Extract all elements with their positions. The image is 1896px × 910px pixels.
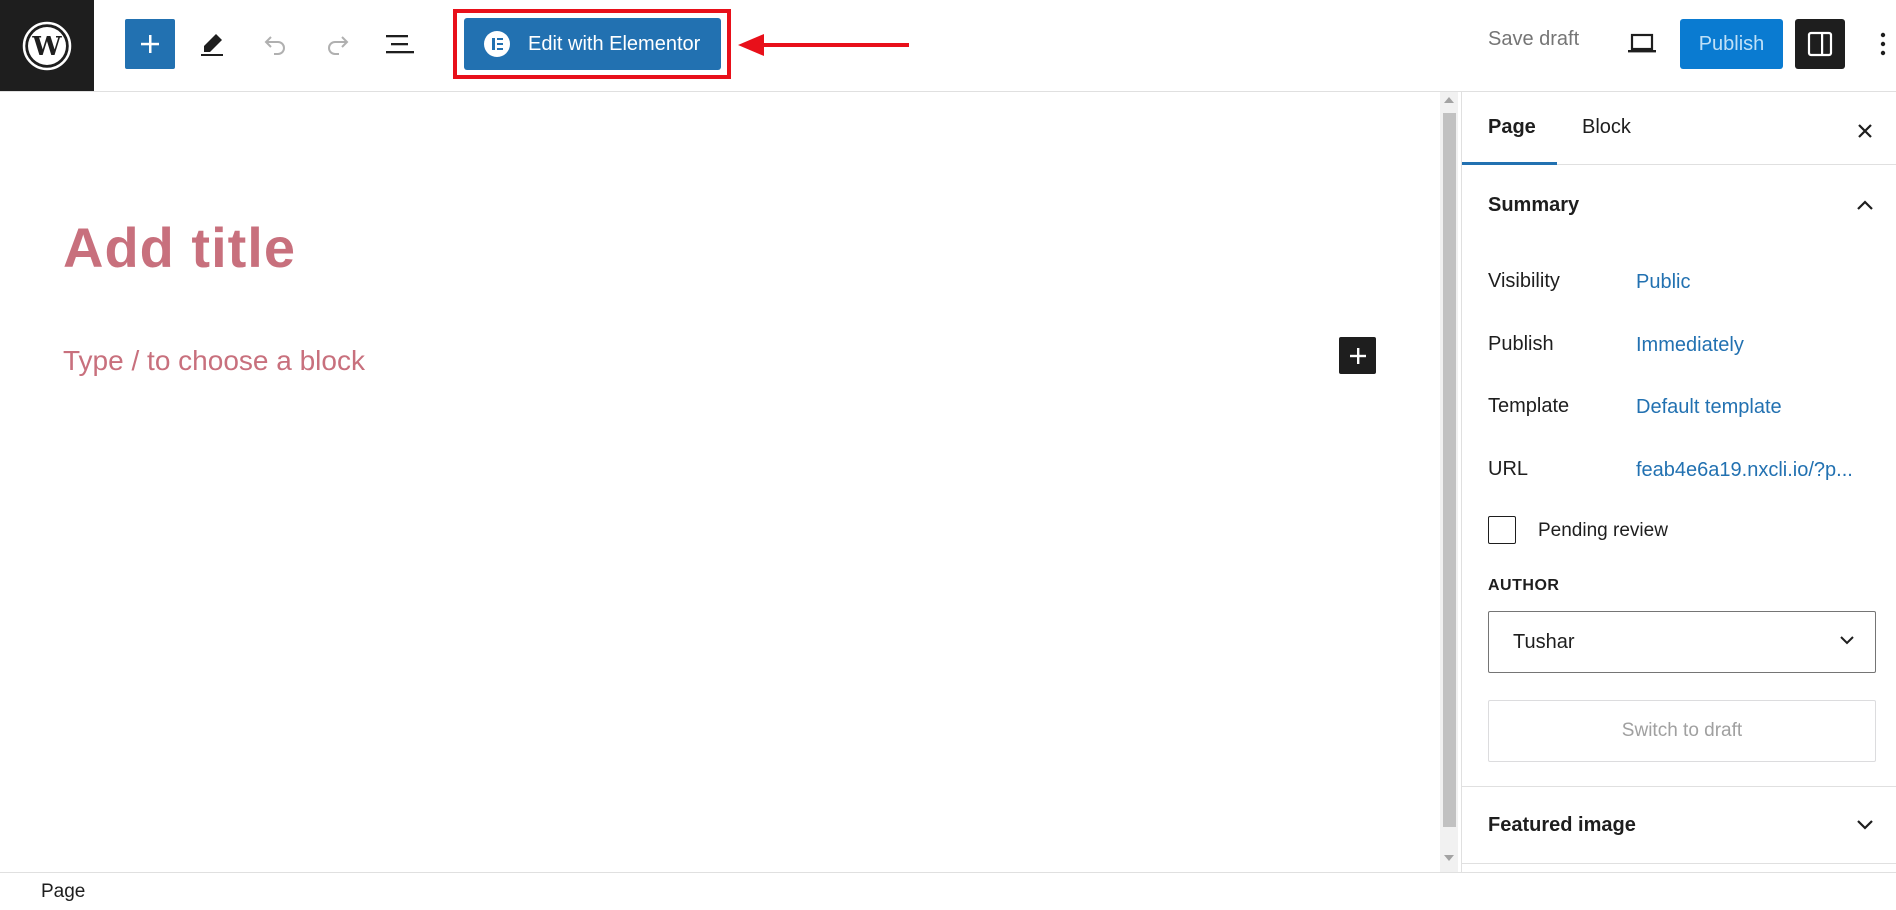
settings-sidebar: Page Block Summary Visibility Public Pub… — [1461, 92, 1896, 872]
pending-review-checkbox[interactable] — [1488, 516, 1516, 544]
wordpress-logo-icon[interactable]: W — [0, 0, 94, 91]
edit-with-elementor-label: Edit with Elementor — [528, 32, 701, 55]
preview-button[interactable] — [1616, 22, 1668, 66]
save-draft-button[interactable]: Save draft — [1488, 28, 1579, 51]
chevron-down-icon — [1857, 820, 1873, 830]
laptop-icon — [1628, 33, 1656, 53]
undo-button[interactable] — [250, 19, 300, 69]
options-button[interactable] — [1870, 22, 1896, 66]
close-icon — [1858, 124, 1872, 138]
document-overview-button[interactable] — [375, 19, 425, 69]
visibility-value-button[interactable]: Public — [1636, 271, 1690, 294]
publish-button[interactable]: Publish — [1680, 19, 1783, 69]
panel-divider — [1462, 786, 1896, 787]
editor-canvas: Add title Type / to choose a block — [0, 92, 1440, 872]
scroll-up-icon[interactable] — [1444, 97, 1454, 103]
url-value-button[interactable]: feab4e6a19.nxcli.io/?p... — [1636, 459, 1853, 482]
edit-with-elementor-button[interactable]: Edit with Elementor — [464, 18, 721, 70]
scrollbar-thumb[interactable] — [1443, 113, 1456, 827]
panel-divider — [1462, 863, 1896, 864]
more-vertical-icon — [1880, 32, 1886, 56]
pencil-icon — [201, 34, 223, 56]
plus-icon — [141, 35, 159, 53]
visibility-label: Visibility — [1488, 270, 1560, 292]
author-select[interactable]: Tushar — [1488, 611, 1876, 673]
active-tab-indicator — [1462, 162, 1557, 165]
pending-review-label[interactable]: Pending review — [1538, 520, 1668, 542]
post-title-input[interactable]: Add title — [63, 215, 296, 280]
redo-icon — [328, 36, 349, 55]
editor-header: W Edit with Elementor Save draft Publish — [0, 0, 1896, 92]
author-heading: AUTHOR — [1488, 577, 1560, 594]
elementor-icon — [484, 31, 510, 57]
editor-footer: Page — [0, 872, 1896, 910]
settings-button[interactable] — [1795, 19, 1845, 69]
summary-toggle-button[interactable] — [1850, 190, 1880, 220]
sidebar-toggle-icon — [1807, 31, 1833, 57]
url-label: URL — [1488, 458, 1529, 480]
plus-icon — [1349, 347, 1366, 364]
close-sidebar-button[interactable] — [1850, 116, 1880, 146]
switch-to-draft-button[interactable]: Switch to draft — [1488, 700, 1876, 762]
template-value-button[interactable]: Default template — [1636, 396, 1782, 419]
svg-text:W: W — [31, 32, 62, 62]
scroll-down-icon[interactable] — [1444, 855, 1454, 861]
tab-page[interactable]: Page — [1488, 116, 1536, 139]
summary-panel-title[interactable]: Summary — [1488, 194, 1579, 217]
red-arrow-icon — [738, 34, 909, 56]
tools-button[interactable] — [187, 19, 237, 69]
author-selected-value: Tushar — [1513, 631, 1575, 653]
chevron-down-icon — [1840, 636, 1854, 645]
block-inserter-toggle-button[interactable] — [125, 19, 175, 69]
add-block-button[interactable] — [1339, 337, 1376, 374]
publish-date-button[interactable]: Immediately — [1636, 334, 1744, 357]
chevron-up-icon — [1857, 200, 1873, 210]
publish-label: Publish — [1488, 333, 1554, 355]
list-view-icon — [386, 35, 414, 54]
redo-button[interactable] — [313, 19, 363, 69]
featured-image-panel-title[interactable]: Featured image — [1488, 814, 1636, 837]
breadcrumb[interactable]: Page — [41, 881, 85, 903]
undo-icon — [264, 36, 285, 55]
featured-image-toggle-button[interactable] — [1850, 810, 1880, 840]
template-label: Template — [1488, 395, 1570, 417]
default-block-appender[interactable]: Type / to choose a block — [63, 345, 365, 377]
tab-block[interactable]: Block — [1582, 116, 1631, 139]
